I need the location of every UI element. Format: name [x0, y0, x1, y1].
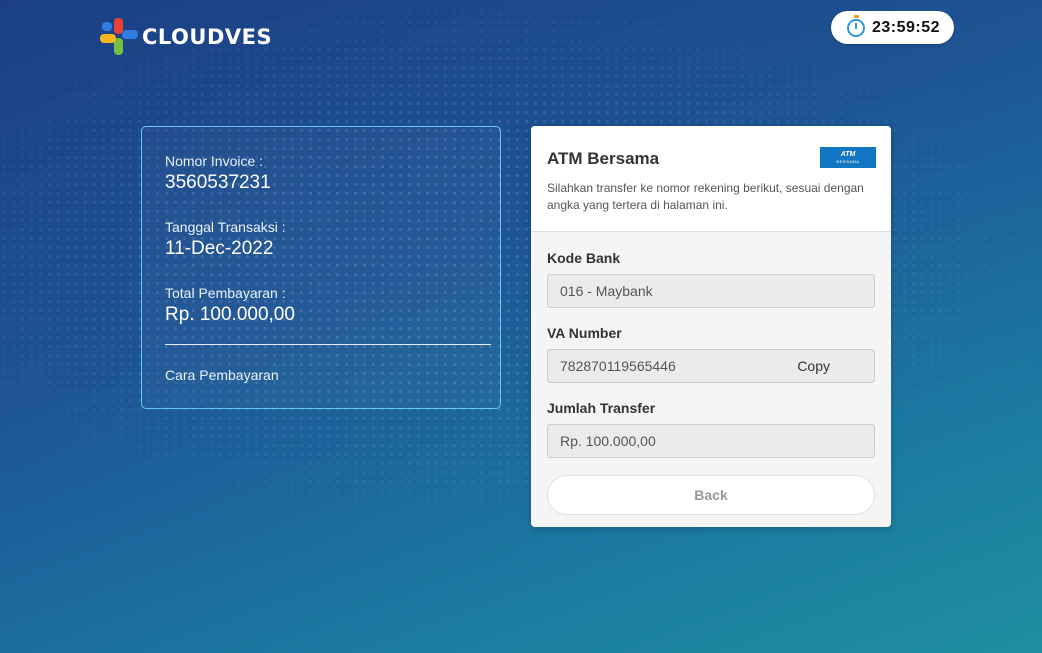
va-number-label: VA Number	[547, 325, 622, 341]
invoice-number-block: Nomor Invoice : 3560537231	[165, 153, 477, 194]
brand-logo[interactable]: CLOUDVES	[100, 18, 272, 56]
total-payment-label: Total Pembayaran :	[165, 285, 286, 301]
payment-instructions: Silahkan transfer ke nomor rekening beri…	[547, 181, 864, 212]
countdown-timer: 23:59:52	[830, 11, 954, 44]
transaction-date-value: 11-Dec-2022	[165, 238, 274, 259]
divider	[165, 344, 491, 345]
va-number-field[interactable]: 782870119565446 Copy	[547, 349, 875, 383]
va-number-value: 782870119565446	[560, 358, 676, 374]
payment-body: Kode Bank 016 - Maybank VA Number 782870…	[531, 232, 891, 515]
invoice-number-label: Nomor Invoice :	[165, 153, 264, 169]
invoice-number-value: 3560537231	[165, 172, 271, 193]
transaction-date-block: Tanggal Transaksi : 11-Dec-2022	[165, 219, 477, 260]
transaction-date-label: Tanggal Transaksi :	[165, 219, 286, 235]
brand-name: CLOUDVES	[142, 25, 273, 49]
cloudves-logo-icon	[100, 18, 138, 56]
transfer-amount-value: Rp. 100.000,00	[560, 433, 656, 449]
transfer-amount-label: Jumlah Transfer	[547, 400, 656, 416]
invoice-summary-card: Nomor Invoice : 3560537231 Tanggal Trans…	[141, 126, 501, 409]
payment-detail-card: ATM Bersama ATM BERSAMA Silahkan transfe…	[531, 126, 891, 527]
atm-logo-line1: ATM	[840, 151, 856, 158]
total-payment-value: Rp. 100.000,00	[165, 304, 295, 325]
bank-code-field[interactable]: 016 - Maybank	[547, 274, 875, 308]
timer-value: 23:59:52	[871, 18, 940, 36]
back-button[interactable]: Back	[547, 475, 875, 515]
payment-header: ATM Bersama ATM BERSAMA Silahkan transfe…	[531, 126, 891, 232]
stopwatch-icon	[846, 14, 865, 37]
copy-button[interactable]: Copy	[797, 358, 830, 374]
how-to-pay-link[interactable]: Cara Pembayaran	[165, 367, 477, 383]
atm-logo-line2: BERSAMA	[836, 159, 860, 164]
transfer-amount-field[interactable]: Rp. 100.000,00	[547, 424, 875, 458]
bank-code-label: Kode Bank	[547, 250, 621, 266]
bank-code-value: 016 - Maybank	[560, 283, 653, 299]
atm-bersama-logo: ATM BERSAMA	[820, 147, 876, 168]
total-payment-block: Total Pembayaran : Rp. 100.000,00	[165, 285, 477, 326]
